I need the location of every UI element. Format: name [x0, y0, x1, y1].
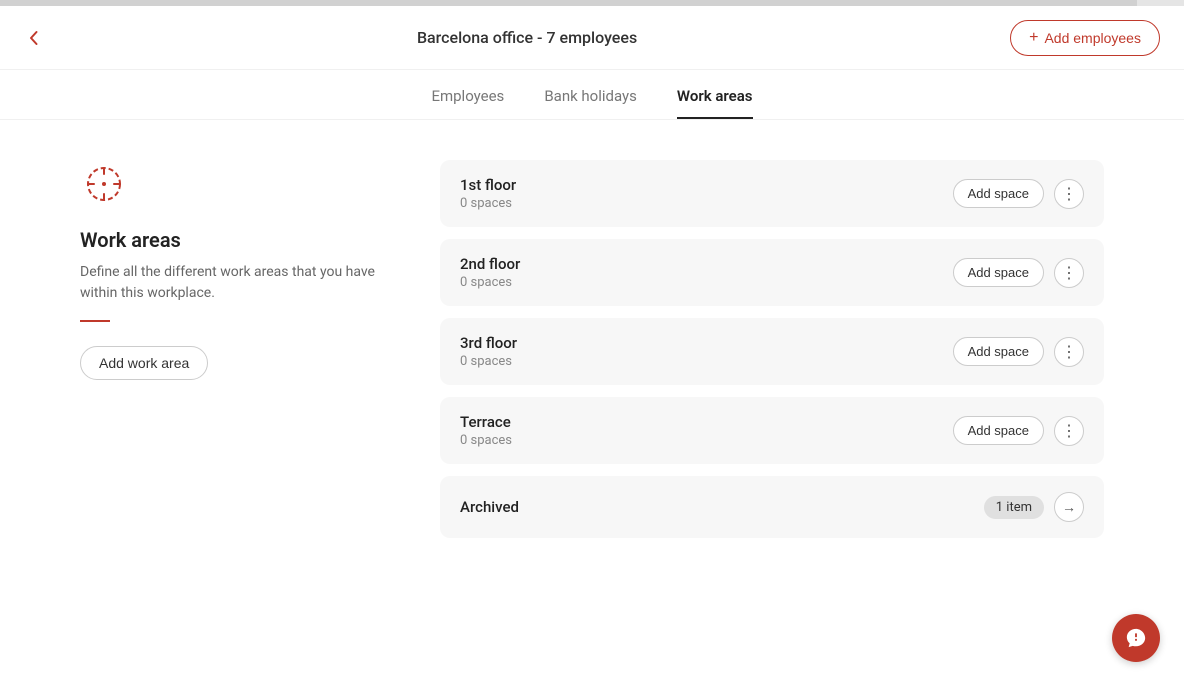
header: Barcelona office - 7 employees + Add emp… — [0, 6, 1184, 70]
work-areas-icon — [80, 160, 380, 212]
area-spaces-terrace: 0 spaces — [460, 433, 512, 448]
work-area-actions-terrace: Add space ⋮ — [953, 416, 1084, 446]
work-area-info-3rd-floor: 3rd floor 0 spaces — [460, 334, 517, 369]
work-area-card-terrace: Terrace 0 spaces Add space ⋮ — [440, 397, 1104, 464]
area-name-2nd-floor: 2nd floor — [460, 255, 520, 273]
area-spaces-3rd-floor: 0 spaces — [460, 354, 517, 369]
progress-fill — [0, 0, 1137, 6]
back-button[interactable] — [24, 28, 44, 48]
add-space-button-1st-floor[interactable]: Add space — [953, 179, 1044, 208]
add-employees-plus-icon: + — [1029, 29, 1038, 47]
add-work-area-button[interactable]: Add work area — [80, 346, 208, 380]
main-content: Work areas Define all the different work… — [0, 120, 1184, 686]
add-employees-button[interactable]: + Add employees — [1010, 20, 1160, 56]
add-employees-label: Add employees — [1044, 30, 1141, 46]
work-area-actions-3rd-floor: Add space ⋮ — [953, 337, 1084, 367]
right-panel: 1st floor 0 spaces Add space ⋮ 2nd floor… — [440, 160, 1104, 646]
tabs-bar: Employees Bank holidays Work areas — [0, 70, 1184, 120]
area-name-3rd-floor: 3rd floor — [460, 334, 517, 352]
more-options-button-2nd-floor[interactable]: ⋮ — [1054, 258, 1084, 288]
work-area-actions-1st-floor: Add space ⋮ — [953, 179, 1084, 209]
arrow-right-icon: → — [1062, 499, 1076, 515]
more-icon-terrace: ⋮ — [1061, 421, 1077, 441]
work-area-info-2nd-floor: 2nd floor 0 spaces — [460, 255, 520, 290]
red-divider — [80, 320, 110, 322]
more-options-button-terrace[interactable]: ⋮ — [1054, 416, 1084, 446]
archived-label: Archived — [460, 498, 519, 516]
left-panel: Work areas Define all the different work… — [80, 160, 380, 646]
add-space-button-2nd-floor[interactable]: Add space — [953, 258, 1044, 287]
work-area-info-1st-floor: 1st floor 0 spaces — [460, 176, 516, 211]
area-spaces-2nd-floor: 0 spaces — [460, 275, 520, 290]
more-icon-3rd-floor: ⋮ — [1061, 342, 1077, 362]
tab-employees[interactable]: Employees — [431, 87, 504, 119]
area-name-1st-floor: 1st floor — [460, 176, 516, 194]
area-name-terrace: Terrace — [460, 413, 512, 431]
work-areas-description: Define all the different work areas that… — [80, 262, 380, 304]
work-area-card-2nd-floor: 2nd floor 0 spaces Add space ⋮ — [440, 239, 1104, 306]
work-area-card-3rd-floor: 3rd floor 0 spaces Add space ⋮ — [440, 318, 1104, 385]
top-progress-bar — [0, 0, 1184, 6]
add-space-button-3rd-floor[interactable]: Add space — [953, 337, 1044, 366]
tab-work-areas[interactable]: Work areas — [677, 87, 753, 119]
tab-bank-holidays[interactable]: Bank holidays — [544, 87, 637, 119]
work-areas-title: Work areas — [80, 228, 380, 252]
archived-arrow-button[interactable]: → — [1054, 492, 1084, 522]
area-spaces-1st-floor: 0 spaces — [460, 196, 516, 211]
more-icon-2nd-floor: ⋮ — [1061, 263, 1077, 283]
work-area-actions-2nd-floor: Add space ⋮ — [953, 258, 1084, 288]
header-title: Barcelona office - 7 employees — [417, 28, 637, 47]
chat-support-button[interactable] — [1112, 614, 1160, 662]
archived-card: Archived 1 item → — [440, 476, 1104, 538]
more-icon-1st-floor: ⋮ — [1061, 184, 1077, 204]
archived-actions: 1 item → — [984, 492, 1084, 522]
work-area-card-1st-floor: 1st floor 0 spaces Add space ⋮ — [440, 160, 1104, 227]
add-space-button-terrace[interactable]: Add space — [953, 416, 1044, 445]
more-options-button-3rd-floor[interactable]: ⋮ — [1054, 337, 1084, 367]
more-options-button-1st-floor[interactable]: ⋮ — [1054, 179, 1084, 209]
work-area-info-terrace: Terrace 0 spaces — [460, 413, 512, 448]
archived-badge: 1 item — [984, 496, 1044, 519]
